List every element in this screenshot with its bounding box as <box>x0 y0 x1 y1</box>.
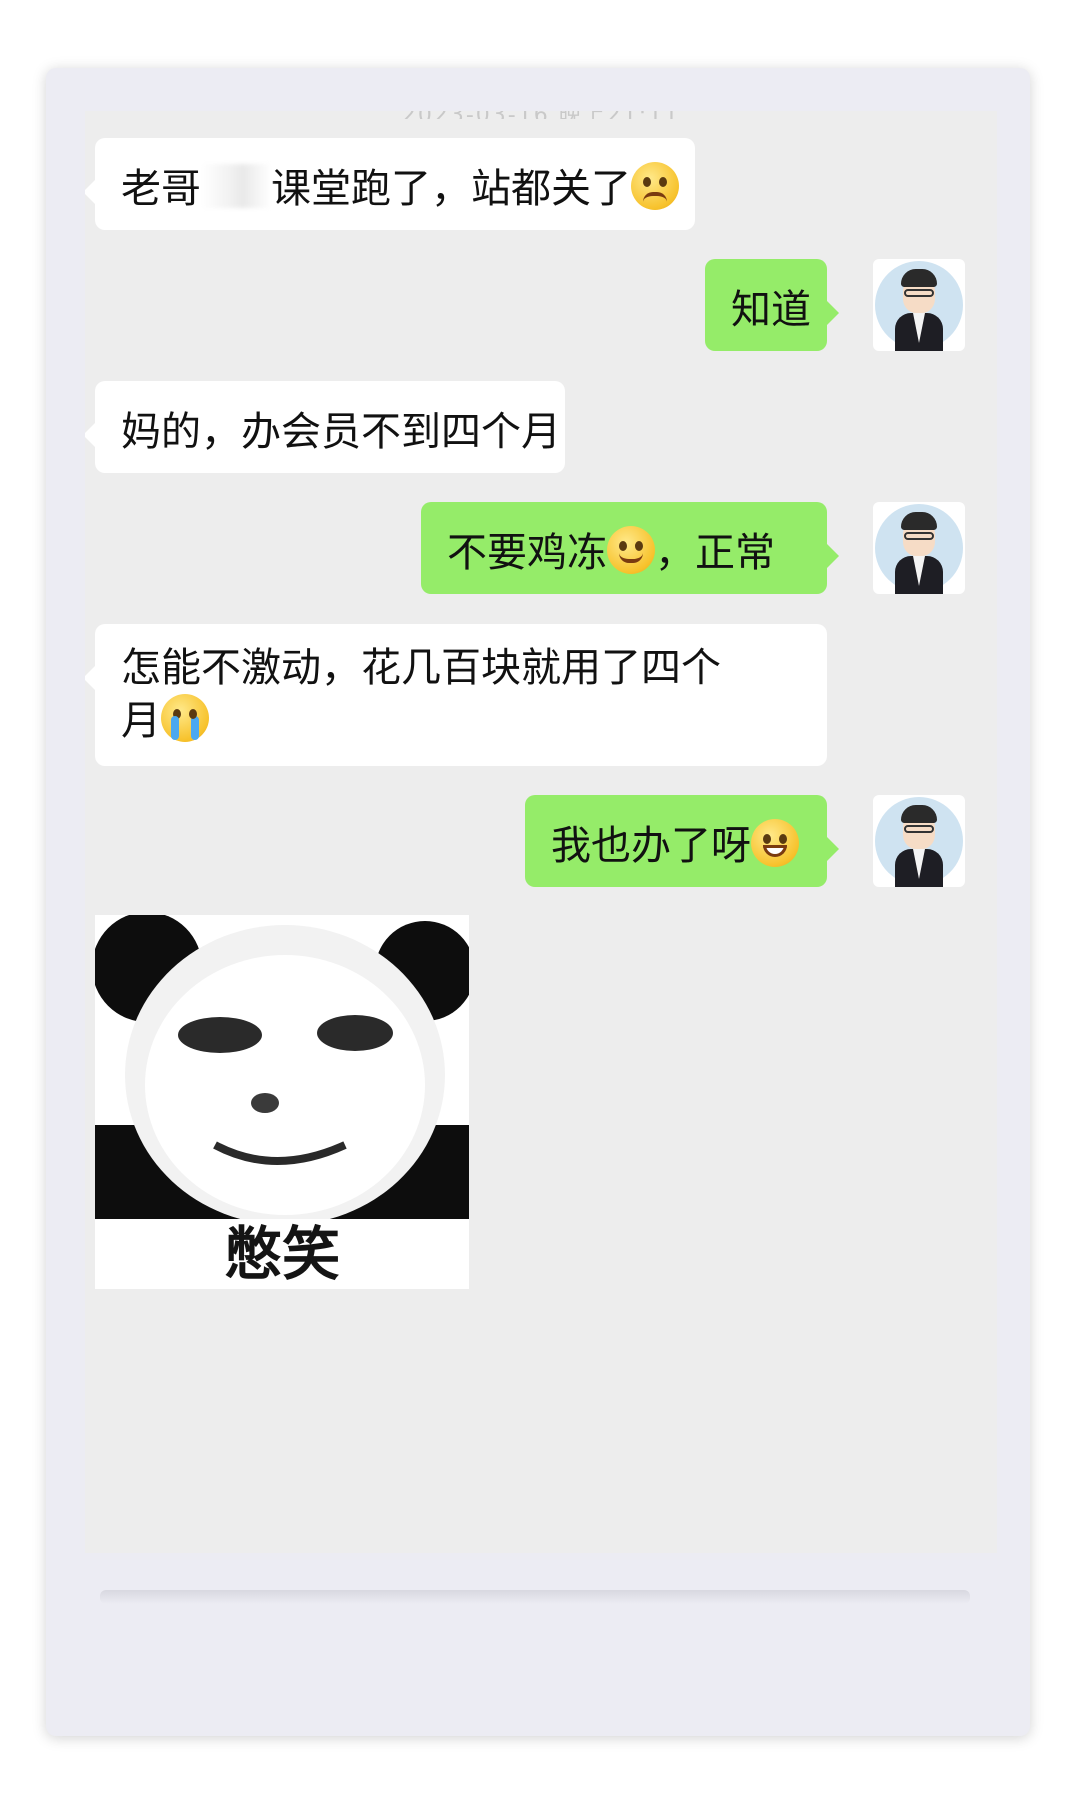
sticker-caption: 憋笑 <box>223 1220 340 1288</box>
avatar[interactable] <box>873 502 965 594</box>
chat-area[interactable]: 2023-03-16 晚上21:11 老哥 课堂跑了，站都关了 知道 妈的，办会员… <box>85 111 997 1553</box>
message-bubble-outgoing[interactable]: 知道 <box>705 259 839 351</box>
avatar[interactable] <box>873 795 965 887</box>
message-text: 老哥 <box>121 166 201 212</box>
message-text: ，正常 <box>655 530 775 576</box>
redacted-text <box>201 164 271 208</box>
avatar[interactable] <box>873 259 965 351</box>
panda-meme-sticker[interactable]: 憋笑 <box>95 915 469 1289</box>
message-text: 妈的，办会员不到四个月 <box>121 409 561 455</box>
message-bubble-outgoing[interactable]: 不要鸡冻 ，正常 <box>421 502 839 594</box>
message-text: 我也办了呀 <box>551 823 751 869</box>
message-text: 月 <box>121 698 161 744</box>
message-bubble-incoming[interactable]: 怎能不激动，花几百块就用了四个 月 <box>85 624 827 766</box>
card-shadow <box>100 1590 970 1604</box>
message-text: 不要鸡冻 <box>447 530 607 576</box>
message-text: 课堂跑了，站都关了 <box>271 166 631 212</box>
message-timestamp: 2023-03-16 晚上21:11 <box>85 111 997 119</box>
message-bubble-incoming[interactable]: 老哥 课堂跑了，站都关了 <box>85 138 695 230</box>
message-text: 怎能不激动，花几百块就用了四个 <box>121 645 721 691</box>
grinning-face-emoji <box>751 819 799 867</box>
message-bubble-outgoing[interactable]: 我也办了呀 <box>525 795 839 887</box>
smiling-face-emoji <box>607 526 655 574</box>
message-text: 知道 <box>731 287 811 333</box>
tired-face-emoji <box>631 162 679 210</box>
panda-face-image <box>95 915 469 1219</box>
message-bubble-incoming[interactable]: 妈的，办会员不到四个月 <box>85 381 565 473</box>
loudly-crying-emoji <box>161 694 209 742</box>
